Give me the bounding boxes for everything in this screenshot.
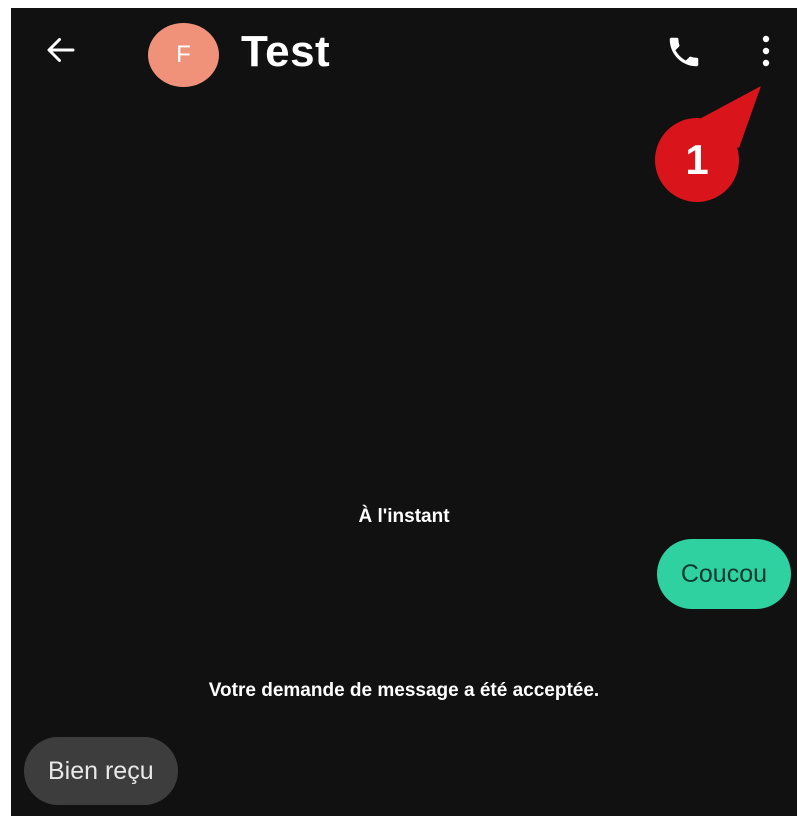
back-button[interactable] [39, 28, 83, 72]
more-options-button[interactable] [751, 28, 781, 74]
avatar-initial: F [176, 41, 191, 68]
contact-avatar[interactable]: F [148, 23, 219, 87]
callout-number: 1 [685, 136, 708, 183]
outgoing-message-bubble[interactable]: Coucou [656, 539, 791, 609]
phone-icon [669, 37, 699, 67]
step-callout-marker: 1 [655, 86, 761, 202]
contact-name[interactable]: Test [241, 20, 330, 84]
arrow-left-icon [47, 38, 75, 62]
incoming-message-bubble[interactable]: Bien reçu [24, 737, 178, 805]
chat-screen: F Test 1 À l'instant Coucou Votre demand… [11, 8, 797, 816]
system-message: Votre demande de message a été acceptée. [208, 680, 600, 701]
more-vertical-icon [762, 35, 770, 67]
call-button[interactable] [661, 30, 707, 74]
message-timestamp: À l'instant [358, 506, 450, 527]
